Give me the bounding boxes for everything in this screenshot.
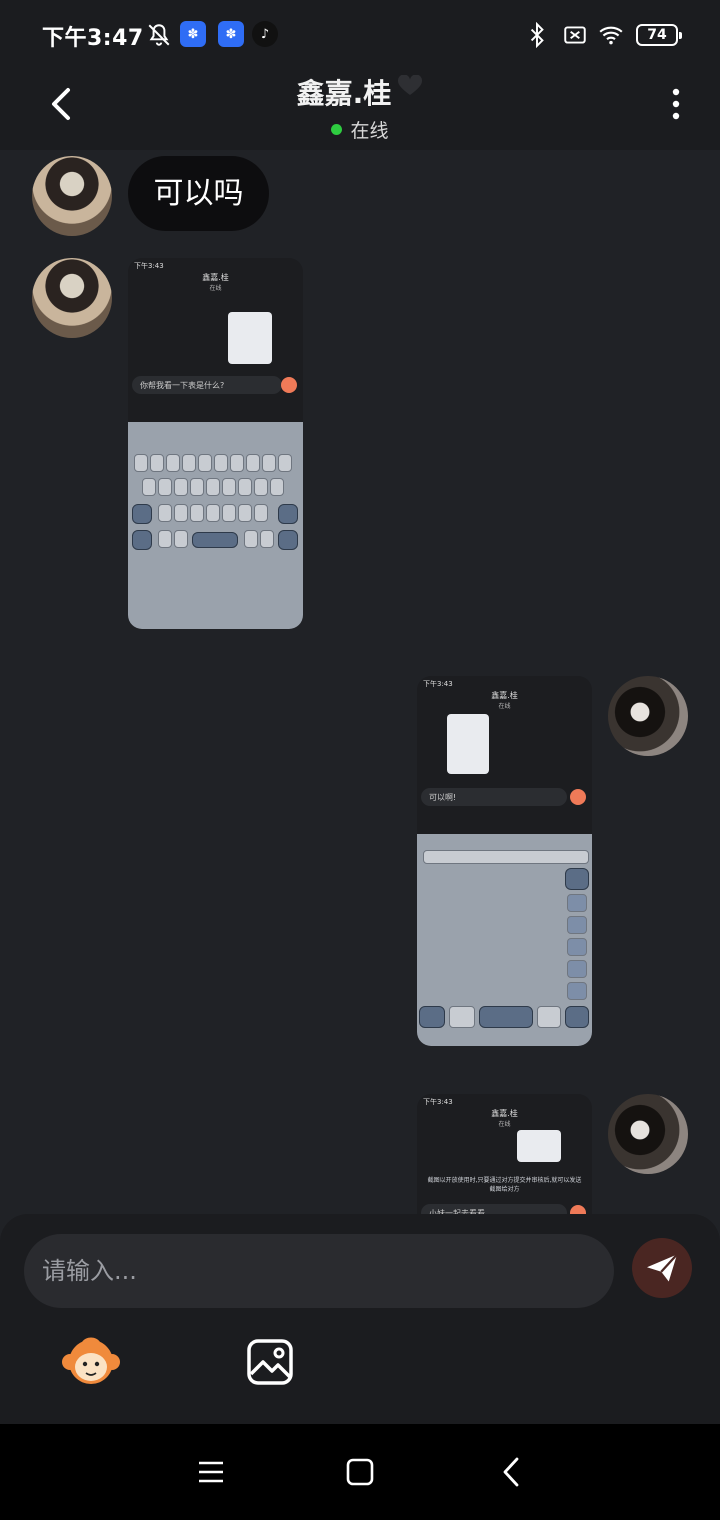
online-status-text: 在线 <box>350 120 389 142</box>
avatar[interactable] <box>608 676 688 756</box>
thumbnail-input: 小妹一起去看看 <box>421 1204 567 1214</box>
bell-off-icon <box>148 24 170 46</box>
thumbnail-subtitle: 在线 <box>209 285 222 292</box>
thumbnail-caption: 截图以开放使用时,只要通过对方提交并审核后,就可以发送截图给对方 <box>427 1177 582 1193</box>
back-icon[interactable] <box>494 1454 530 1490</box>
avatar[interactable] <box>32 258 112 338</box>
image-picker-button[interactable] <box>246 1338 294 1386</box>
send-button[interactable] <box>632 1238 692 1298</box>
tiktok-icon: ♪ <box>252 21 278 47</box>
online-dot <box>331 124 343 135</box>
thumbnail-title: 鑫嘉.桂 <box>202 273 229 282</box>
online-status: 在线 <box>0 116 720 143</box>
baidu-icon: ✽ <box>218 21 244 47</box>
thumbnail-input: 你帮我看一下表是什么? <box>132 376 282 394</box>
thumbnail-inner-image <box>228 312 272 364</box>
contact-name: 鑫嘉.桂 <box>296 77 392 110</box>
wifi-icon <box>599 26 623 45</box>
thumbnail-status-time: 下午3:43 <box>423 680 453 688</box>
thumbnail-subtitle: 在线 <box>498 1121 511 1128</box>
thumbnail-subtitle: 在线 <box>498 703 511 710</box>
composer-panel <box>0 1214 720 1424</box>
avatar[interactable] <box>32 156 112 236</box>
thumbnail-status-time: 下午3:43 <box>423 1098 453 1106</box>
thumbnail-inner-image <box>517 1130 561 1162</box>
more-options-button[interactable] <box>664 84 688 124</box>
battery-icon: 74 <box>636 24 682 46</box>
message-input[interactable] <box>24 1234 614 1308</box>
thumbnail-title: 鑫嘉.桂 <box>491 691 518 700</box>
message-bubble[interactable]: 可以吗 <box>128 156 269 231</box>
no-sim-icon <box>564 26 586 44</box>
screenshot-thumbnail[interactable]: 下午3:43 鑫嘉.桂 在线 可以啊! <box>417 676 592 1046</box>
screenshot-thumbnail[interactable]: 下午3:43 鑫嘉.桂 在线 你帮我看一下表是什么? <box>128 258 303 629</box>
chat-header: 鑫嘉.桂 在线 <box>0 68 720 150</box>
paper-plane-icon <box>647 1253 678 1282</box>
thumbnail-send-icon <box>281 377 297 393</box>
home-icon[interactable] <box>342 1454 378 1490</box>
heart-icon <box>398 75 423 95</box>
baidu-icon: ✽ <box>180 21 206 47</box>
thumbnail-inner-image <box>447 714 489 774</box>
monkey-emoji-button[interactable] <box>60 1334 122 1390</box>
thumbnail-input: 可以啊! <box>421 788 567 806</box>
thumbnail-title: 鑫嘉.桂 <box>491 1109 518 1118</box>
menu-icon[interactable] <box>193 1454 229 1490</box>
status-bar: 下午3:47 ✽ ✽ ♪ 74 <box>0 0 720 68</box>
status-time: 下午3:47 <box>42 26 144 51</box>
avatar[interactable] <box>608 1094 688 1174</box>
title-block: 鑫嘉.桂 在线 <box>0 72 720 143</box>
thumbnail-send-icon <box>570 789 586 805</box>
thumbnail-status-time: 下午3:43 <box>134 262 164 270</box>
thumbnail-keyboard <box>417 834 592 1046</box>
thumbnail-keyboard <box>128 422 303 629</box>
bluetooth-icon <box>530 22 544 48</box>
thumbnail-send-icon <box>570 1205 586 1214</box>
navigation-bar <box>0 1424 720 1520</box>
screenshot-thumbnail[interactable]: 下午3:43 鑫嘉.桂 在线 截图以开放使用时,只要通过对方提交并审核后,就可以… <box>417 1094 592 1214</box>
